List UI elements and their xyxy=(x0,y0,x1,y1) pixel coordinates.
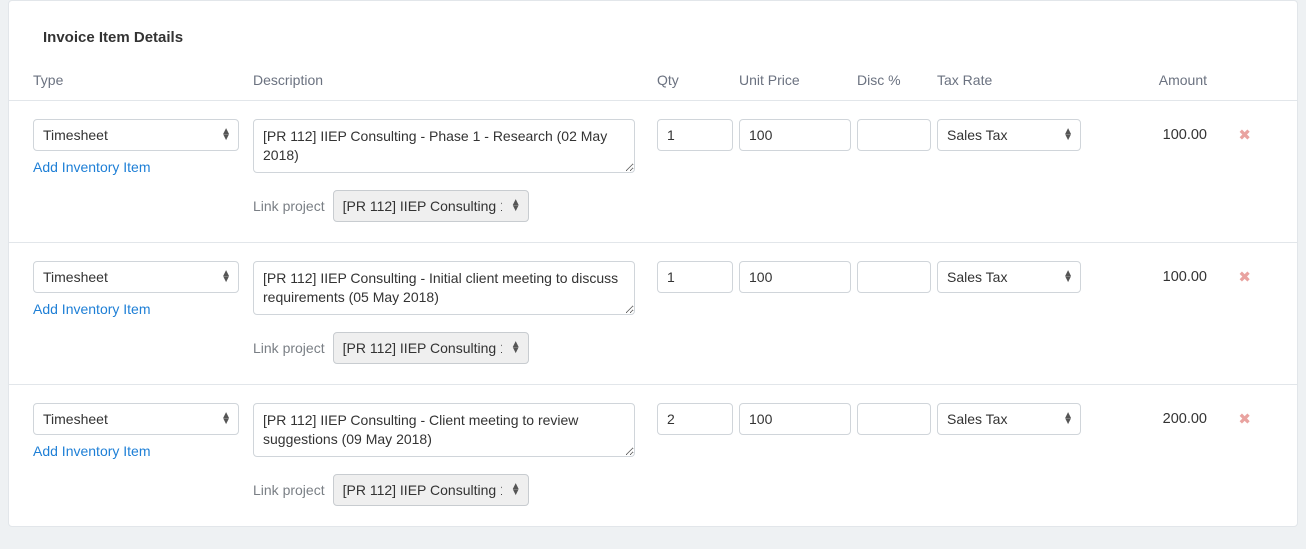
tax-rate-select[interactable]: Sales Tax xyxy=(937,403,1081,435)
header-tax-rate: Tax Rate xyxy=(931,72,1081,88)
unit-price-input[interactable] xyxy=(739,119,851,151)
unit-price-input[interactable] xyxy=(739,403,851,435)
link-project-label: Link project xyxy=(253,198,325,214)
delete-row-button[interactable]: ✖ xyxy=(1238,119,1251,144)
section-title: Invoice Item Details xyxy=(9,1,1297,64)
qty-input[interactable] xyxy=(657,403,733,435)
discount-input[interactable] xyxy=(857,261,931,293)
table-header: Type Description Qty Unit Price Disc % T… xyxy=(9,64,1297,101)
type-select[interactable]: Timesheet xyxy=(33,261,239,293)
description-input[interactable]: [PR 112] IIEP Consulting - Phase 1 - Res… xyxy=(253,119,635,173)
table-row: Timesheet ▲▼ Add Inventory Item [PR 112]… xyxy=(9,385,1297,526)
type-select[interactable]: Timesheet xyxy=(33,403,239,435)
description-input[interactable]: [PR 112] IIEP Consulting - Client meetin… xyxy=(253,403,635,457)
amount-value: 100.00 xyxy=(1081,119,1207,143)
add-inventory-link[interactable]: Add Inventory Item xyxy=(33,443,151,459)
project-select[interactable]: [PR 112] IIEP Consulting 123 xyxy=(333,190,529,222)
header-disc: Disc % xyxy=(851,72,931,88)
description-input[interactable]: [PR 112] IIEP Consulting - Initial clien… xyxy=(253,261,635,315)
table-row: Timesheet ▲▼ Add Inventory Item [PR 112]… xyxy=(9,101,1297,243)
amount-value: 200.00 xyxy=(1081,403,1207,427)
items-table: Type Description Qty Unit Price Disc % T… xyxy=(9,64,1297,526)
close-icon: ✖ xyxy=(1238,127,1251,144)
link-project-label: Link project xyxy=(253,482,325,498)
delete-row-button[interactable]: ✖ xyxy=(1238,261,1251,286)
invoice-items-panel: Invoice Item Details Type Description Qt… xyxy=(8,0,1298,527)
discount-input[interactable] xyxy=(857,119,931,151)
header-amount: Amount xyxy=(1081,72,1211,88)
header-qty: Qty xyxy=(651,72,733,88)
link-project-label: Link project xyxy=(253,340,325,356)
qty-input[interactable] xyxy=(657,261,733,293)
project-select[interactable]: [PR 112] IIEP Consulting 123 xyxy=(333,474,529,506)
table-row: Timesheet ▲▼ Add Inventory Item [PR 112]… xyxy=(9,243,1297,385)
discount-input[interactable] xyxy=(857,403,931,435)
unit-price-input[interactable] xyxy=(739,261,851,293)
qty-input[interactable] xyxy=(657,119,733,151)
project-select[interactable]: [PR 112] IIEP Consulting 123 xyxy=(333,332,529,364)
type-select[interactable]: Timesheet xyxy=(33,119,239,151)
close-icon: ✖ xyxy=(1238,411,1251,428)
header-unit-price: Unit Price xyxy=(733,72,851,88)
tax-rate-select[interactable]: Sales Tax xyxy=(937,119,1081,151)
close-icon: ✖ xyxy=(1238,269,1251,286)
tax-rate-select[interactable]: Sales Tax xyxy=(937,261,1081,293)
header-type: Type xyxy=(33,72,253,88)
amount-value: 100.00 xyxy=(1081,261,1207,285)
delete-row-button[interactable]: ✖ xyxy=(1238,403,1251,428)
add-inventory-link[interactable]: Add Inventory Item xyxy=(33,301,151,317)
add-inventory-link[interactable]: Add Inventory Item xyxy=(33,159,151,175)
header-description: Description xyxy=(253,72,651,88)
